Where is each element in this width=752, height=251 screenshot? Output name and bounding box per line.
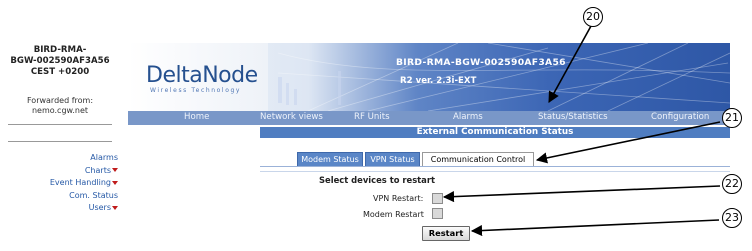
callout-arrows	[442, 25, 721, 237]
callout-23: 23	[722, 208, 742, 228]
callout-arrow-21	[535, 121, 721, 164]
callout-20: 20	[583, 7, 603, 27]
callout-arrow-23	[470, 219, 720, 237]
callout-arrow-22	[442, 185, 721, 203]
callout-arrow-20	[548, 25, 592, 103]
callout-22: 22	[722, 174, 742, 194]
callout-21: 21	[722, 108, 742, 128]
